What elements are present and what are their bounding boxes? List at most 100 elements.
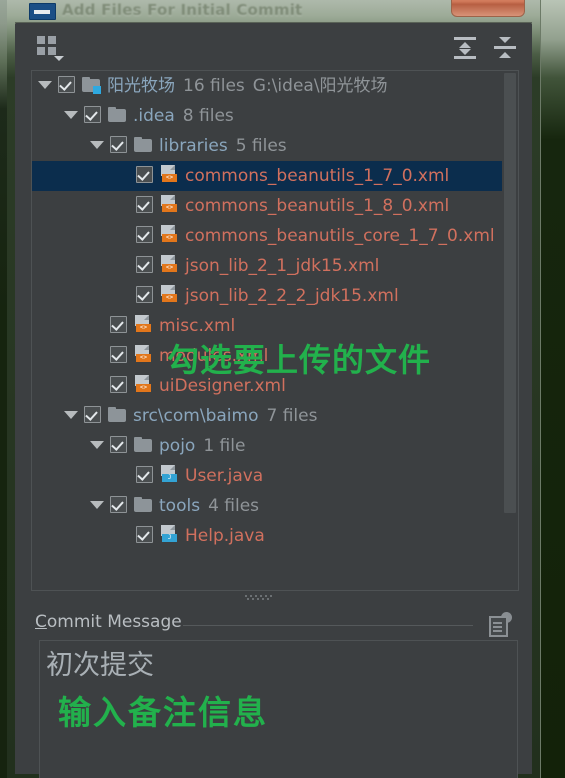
tree-row[interactable]: tools 4 files <box>32 491 502 521</box>
tree-twisty-placeholder <box>90 321 104 329</box>
java-file-icon: J <box>160 524 178 542</box>
tree-row-name: commons_beanutils_1_7_0.xml <box>185 166 450 186</box>
xml-file-icon: <> <box>134 374 152 392</box>
tree-row-filecount: 7 files <box>266 406 318 426</box>
commit-message-accel: C <box>35 612 47 632</box>
tree-row-name: pojo <box>159 436 196 456</box>
tree-row[interactable]: J User.java <box>32 461 502 491</box>
tree-twisty-placeholder <box>116 171 130 179</box>
annotation-select-files: 勾选要上传的文件 <box>167 341 432 379</box>
row-checkbox[interactable] <box>136 285 153 303</box>
folder-icon <box>108 406 126 422</box>
tree-row[interactable]: <> commons_beanutils_core_1_7_0.xml <box>32 221 502 251</box>
tree-twisty-placeholder <box>116 201 130 209</box>
chevron-down-icon[interactable] <box>64 111 78 119</box>
tree-row-name: src\com\baimo <box>133 406 259 426</box>
tree-twisty-placeholder <box>116 261 130 269</box>
tree-scrollbar[interactable] <box>504 73 516 513</box>
row-checkbox[interactable] <box>136 255 153 273</box>
folder-icon <box>82 76 101 94</box>
desktop-background-right <box>537 0 565 778</box>
tree-row-filecount: 4 files <box>208 496 260 516</box>
tree-row[interactable]: <> commons_beanutils_1_8_0.xml <box>32 191 502 221</box>
row-checkbox[interactable] <box>136 225 153 243</box>
tree-row[interactable]: 阳光牧场 16 files G:\idea\阳光牧场 <box>32 71 502 101</box>
commit-history-icon[interactable] <box>487 610 515 637</box>
tree-twisty-placeholder <box>90 351 104 359</box>
splitter-handle[interactable] <box>245 593 285 601</box>
row-checkbox[interactable] <box>110 375 127 393</box>
commit-message-label-rest: ommit Message <box>46 612 182 632</box>
row-checkbox[interactable] <box>84 405 101 423</box>
tree-row[interactable]: <> json_lib_2_1_jdk15.xml <box>32 251 502 281</box>
chevron-down-icon <box>54 56 64 61</box>
file-tree-list: 阳光牧场 16 files G:\idea\阳光牧场 .idea 8 files libr… <box>32 71 502 551</box>
folder-icon <box>134 136 152 152</box>
tree-row[interactable]: src\com\baimo 7 files <box>32 401 502 431</box>
row-checkbox[interactable] <box>136 525 153 543</box>
tree-row-name: Help.java <box>185 526 265 546</box>
tree-row-filecount: 1 file <box>203 436 246 456</box>
tree-row[interactable]: <> commons_beanutils_1_7_0.xml <box>32 161 502 191</box>
tree-twisty-placeholder <box>116 531 130 539</box>
tree-toolbar <box>15 24 532 68</box>
tree-twisty-placeholder <box>116 291 130 299</box>
file-tree-panel[interactable]: 阳光牧场 16 files G:\idea\阳光牧场 .idea 8 files libr… <box>31 70 519 591</box>
tree-twisty-placeholder <box>116 231 130 239</box>
xml-file-icon: <> <box>160 194 178 212</box>
window-title: Add Files For Initial Commit <box>62 1 303 19</box>
chevron-down-icon[interactable] <box>64 411 78 419</box>
commit-dialog: 阳光牧场 16 files G:\idea\阳光牧场 .idea 8 files libr… <box>15 24 532 778</box>
row-checkbox[interactable] <box>136 165 153 183</box>
screenshot-root: Add Files For Initial Commit 阳光牧场 16 fil… <box>0 0 565 778</box>
tree-row-name: misc.xml <box>159 316 236 336</box>
tree-row-filecount: 5 files <box>235 136 287 156</box>
folder-icon <box>134 496 152 512</box>
row-checkbox[interactable] <box>84 105 101 123</box>
tree-row[interactable]: .idea 8 files <box>32 101 502 131</box>
expand-all-icon[interactable] <box>452 36 478 60</box>
commit-message-label: Commit Message <box>35 612 182 632</box>
chevron-down-icon[interactable] <box>90 141 104 149</box>
row-checkbox[interactable] <box>110 135 127 153</box>
tree-row-filecount: 16 files <box>183 76 245 96</box>
tree-row-name: 阳光牧场 <box>107 76 175 96</box>
group-by-icon[interactable] <box>37 36 64 61</box>
tree-row-name: json_lib_2_2_2_jdk15.xml <box>185 286 399 306</box>
tree-row[interactable]: <> json_lib_2_2_2_jdk15.xml <box>32 281 502 311</box>
java-file-icon: J <box>160 464 178 482</box>
window-icon <box>29 3 56 20</box>
xml-file-icon: <> <box>160 284 178 302</box>
commit-message-divider <box>183 625 473 626</box>
tree-row-path: G:\idea\阳光牧场 <box>252 76 388 96</box>
chevron-down-icon[interactable] <box>90 441 104 449</box>
tree-row-filecount: 8 files <box>182 106 234 126</box>
row-checkbox[interactable] <box>136 465 153 483</box>
tree-row-name: json_lib_2_1_jdk15.xml <box>185 256 380 276</box>
chevron-down-icon[interactable] <box>90 501 104 509</box>
chevron-down-icon[interactable] <box>38 81 52 89</box>
row-checkbox[interactable] <box>110 345 127 363</box>
collapse-all-icon[interactable] <box>492 36 518 60</box>
xml-file-icon: <> <box>160 164 178 182</box>
row-checkbox[interactable] <box>110 435 127 453</box>
close-button[interactable] <box>451 0 525 17</box>
tree-twisty-placeholder <box>116 471 130 479</box>
folder-icon <box>134 436 152 452</box>
tree-row-name: .idea <box>133 106 175 126</box>
row-checkbox[interactable] <box>136 195 153 213</box>
xml-file-icon: <> <box>134 344 152 362</box>
tree-row-name: User.java <box>185 466 264 486</box>
folder-icon <box>108 106 126 122</box>
tree-row-name: commons_beanutils_core_1_7_0.xml <box>185 226 495 246</box>
row-checkbox[interactable] <box>110 315 127 333</box>
tree-row-name: commons_beanutils_1_8_0.xml <box>185 196 450 216</box>
tree-row[interactable]: J Help.java <box>32 521 502 551</box>
commit-message-header: Commit Message <box>31 612 517 638</box>
row-checkbox[interactable] <box>110 495 127 513</box>
row-checkbox[interactable] <box>58 75 75 93</box>
tree-row[interactable]: libraries 5 files <box>32 131 502 161</box>
xml-file-icon: <> <box>134 314 152 332</box>
tree-row[interactable]: pojo 1 file <box>32 431 502 461</box>
window-titlebar[interactable]: Add Files For Initial Commit <box>7 0 540 22</box>
